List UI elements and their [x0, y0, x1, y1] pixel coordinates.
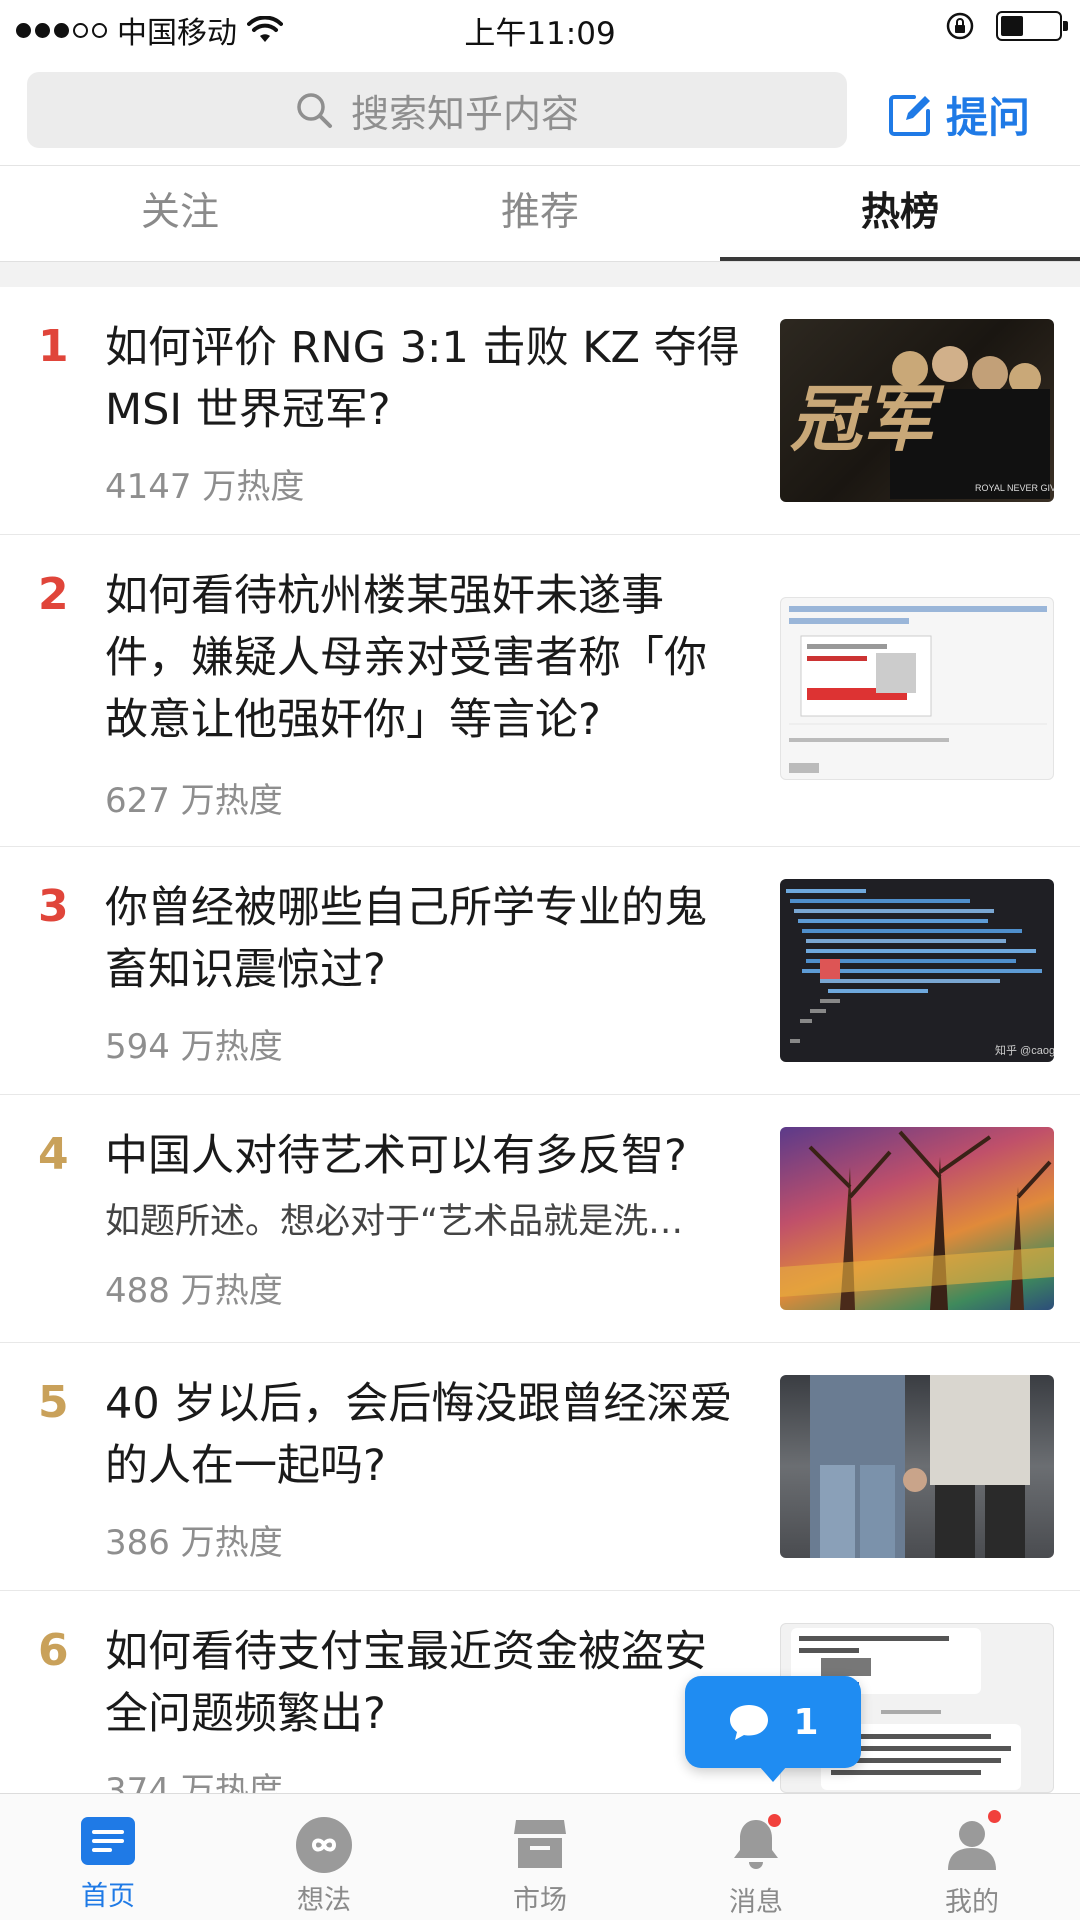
- thumbnail-image[interactable]: [780, 1375, 1054, 1558]
- chat-bubble-icon: [730, 1705, 769, 1740]
- rank-number: 4: [38, 1129, 69, 1180]
- heat-count: 488 万热度: [105, 1271, 283, 1311]
- painting-thumbnail: [780, 1130, 1054, 1310]
- notification-dot: [986, 1808, 1003, 1825]
- search-header: 搜索知乎内容 提问: [0, 70, 1080, 150]
- list-item[interactable]: 5 40 岁以后，会后悔没跟曾经深爱的人在一起吗? 386 万热度: [0, 1343, 1080, 1591]
- list-item[interactable]: 3 你曾经被哪些自己所学专业的鬼畜知识震惊过? 594 万热度 知乎 @caog…: [0, 847, 1080, 1095]
- list-item[interactable]: 2 如何看待杭州楼某强奸未遂事件，嫌疑人母亲对受害者称「你故意让他强奸你」等言论…: [0, 535, 1080, 847]
- nav-label: 首页: [81, 1881, 135, 1912]
- list-item[interactable]: 6 如何看待支付宝最近资金被盗安全问题频繁出? 374 万热度: [0, 1591, 1080, 1811]
- battery-icon: [996, 11, 1068, 41]
- heat-count: 386 万热度: [105, 1523, 283, 1563]
- nav-label: 想法: [297, 1885, 351, 1916]
- tab-hot[interactable]: 热榜: [720, 166, 1080, 262]
- search-placeholder: 搜索知乎内容: [350, 91, 579, 136]
- tab-follow[interactable]: 关注: [0, 166, 360, 261]
- feed-tabs: 关注 推荐 热榜: [0, 165, 1080, 262]
- rank-number: 2: [38, 569, 69, 620]
- status-bar: 中国移动 上午11:09: [0, 0, 1080, 54]
- status-time: 上午11:09: [464, 16, 616, 52]
- rank-number: 1: [38, 321, 69, 372]
- tab-recommend[interactable]: 推荐: [360, 166, 720, 261]
- thumbnail-image[interactable]: [780, 1127, 1054, 1310]
- question-title[interactable]: 如何看待杭州楼某强奸未遂事件，嫌疑人母亲对受害者称「你故意让他强奸你」等言论?: [105, 565, 745, 751]
- market-icon: [514, 1820, 566, 1868]
- question-title[interactable]: 你曾经被哪些自己所学专业的鬼畜知识震惊过?: [105, 877, 745, 1001]
- question-title[interactable]: 如何看待支付宝最近资金被盗安全问题频繁出?: [105, 1621, 745, 1745]
- nav-market[interactable]: 市场: [432, 1794, 648, 1920]
- championship-photo: 冠军 ROYAL NEVER GIVE UP: [790, 346, 1054, 499]
- rank-number: 6: [38, 1625, 69, 1676]
- search-input[interactable]: 搜索知乎内容: [27, 72, 847, 148]
- code-screenshot: 知乎 @caogl: [786, 889, 1054, 1057]
- search-icon: [297, 93, 332, 128]
- heat-count: 594 万热度: [105, 1027, 283, 1067]
- nav-label: 市场: [513, 1885, 567, 1916]
- edit-icon: [888, 94, 930, 136]
- bottom-navigation: 首页 想法 市场 消息 我的: [0, 1793, 1080, 1920]
- messages-count: 1: [793, 1701, 819, 1743]
- ask-question-button[interactable]: 提问: [888, 84, 1030, 145]
- messages-bubble-button[interactable]: 1: [685, 1676, 861, 1782]
- home-icon: [81, 1817, 135, 1865]
- notification-dot: [766, 1812, 783, 1829]
- thumb-caption: ROYAL NEVER GIVE UP: [975, 483, 1054, 493]
- question-title[interactable]: 中国人对待艺术可以有多反智?: [105, 1125, 745, 1187]
- question-title[interactable]: 40 岁以后，会后悔没跟曾经深爱的人在一起吗?: [105, 1373, 745, 1497]
- question-title[interactable]: 如何评价 RNG 3:1 击败 KZ 夺得 MSI 世界冠军?: [105, 317, 745, 441]
- nav-label: 消息: [729, 1887, 783, 1918]
- list-item[interactable]: 4 中国人对待艺术可以有多反智? 如题所述。想必对于“艺术品就是洗… 488 万…: [0, 1095, 1080, 1343]
- nav-home[interactable]: 首页: [0, 1794, 216, 1920]
- orientation-lock-icon: [946, 12, 974, 40]
- thumbnail-image[interactable]: 知乎 @caogl: [780, 879, 1054, 1062]
- thumbnail-image[interactable]: 冠军 ROYAL NEVER GIVE UP: [780, 319, 1054, 502]
- heat-count: 627 万热度: [105, 781, 283, 821]
- rank-number: 5: [38, 1377, 69, 1428]
- ask-label: 提问: [945, 93, 1030, 142]
- nav-profile[interactable]: 我的: [864, 1794, 1080, 1920]
- screenshot-thumbnail: [789, 606, 1047, 773]
- ideas-icon: [296, 1817, 352, 1873]
- thumbnail-image[interactable]: [780, 597, 1054, 780]
- thumb-text: 冠军: [790, 380, 945, 460]
- thumb-caption: 知乎 @caogl: [995, 1043, 1054, 1057]
- section-divider: [0, 261, 1080, 287]
- nav-ideas[interactable]: 想法: [216, 1794, 432, 1920]
- hot-list: 1 如何评价 RNG 3:1 击败 KZ 夺得 MSI 世界冠军? 4147 万…: [0, 287, 1080, 1811]
- status-right: [944, 10, 1068, 42]
- list-item[interactable]: 1 如何评价 RNG 3:1 击败 KZ 夺得 MSI 世界冠军? 4147 万…: [0, 287, 1080, 535]
- nav-label: 我的: [945, 1887, 999, 1918]
- nav-messages[interactable]: 消息: [648, 1794, 864, 1920]
- rank-number: 3: [38, 881, 69, 932]
- question-excerpt[interactable]: 如题所述。想必对于“艺术品就是洗…: [105, 1193, 745, 1244]
- heat-count: 4147 万热度: [105, 467, 305, 507]
- couple-photo: [810, 1375, 1030, 1558]
